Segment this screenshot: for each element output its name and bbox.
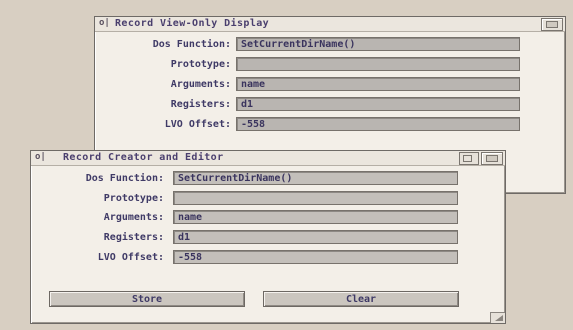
close-gadget-icon[interactable]: o| <box>35 152 46 162</box>
depth-gadget-icon[interactable] <box>541 18 563 31</box>
label-dos-function: Dos Function: <box>152 39 231 50</box>
zoom-gadget-icon[interactable] <box>459 152 479 165</box>
input-arguments[interactable]: name <box>173 210 458 224</box>
label-prototype: Prototype: <box>170 59 231 70</box>
input-registers[interactable]: d1 <box>173 230 458 244</box>
field-arguments: name <box>236 77 520 91</box>
close-gadget-icon[interactable]: o| <box>99 18 110 28</box>
label-dos-function: Dos Function: <box>85 173 164 184</box>
field-dos-function: SetCurrentDirName() <box>236 37 520 51</box>
field-prototype <box>236 57 520 71</box>
field-lvo-offset: -558 <box>236 117 520 131</box>
label-lvo-offset: LVO Offset: <box>164 119 231 130</box>
editor-titlebar[interactable]: o| Record Creator and Editor <box>31 151 505 166</box>
clear-button[interactable]: Clear <box>263 291 459 307</box>
label-arguments: Arguments: <box>103 212 164 223</box>
label-prototype: Prototype: <box>103 193 164 204</box>
view-only-titlebar[interactable]: o| Record View-Only Display <box>95 17 565 32</box>
store-button[interactable]: Store <box>49 291 245 307</box>
input-lvo-offset[interactable]: -558 <box>173 250 458 264</box>
editor-window: o| Record Creator and Editor Dos Functio… <box>30 150 506 324</box>
resize-gadget-icon[interactable] <box>490 312 505 323</box>
window-title: Record View-Only Display <box>115 18 270 29</box>
input-prototype[interactable] <box>173 191 458 205</box>
label-arguments: Arguments: <box>170 79 231 90</box>
window-title: Record Creator and Editor <box>63 152 224 163</box>
depth-gadget-icon[interactable] <box>481 152 503 165</box>
input-dos-function[interactable]: SetCurrentDirName() <box>173 171 458 185</box>
label-registers: Registers: <box>170 99 231 110</box>
label-registers: Registers: <box>103 232 164 243</box>
field-registers: d1 <box>236 97 520 111</box>
label-lvo-offset: LVO Offset: <box>97 252 164 263</box>
